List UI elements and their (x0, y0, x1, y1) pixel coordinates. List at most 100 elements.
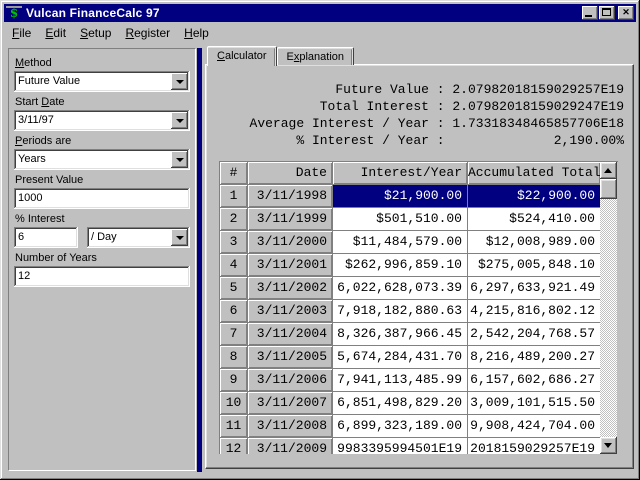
number-of-years-label: Number of Years (15, 252, 189, 264)
cell-interest[interactable]: $262,996,859.10 (333, 254, 467, 276)
cell-total[interactable]: 9,908,424,704.00 (468, 415, 600, 437)
cell-date: 3/11/2008 (248, 415, 332, 437)
cell-total[interactable]: 2018159029257E19 (468, 438, 600, 454)
scroll-up-button[interactable] (600, 162, 617, 179)
row-header: 3 (220, 231, 247, 253)
scroll-down-button[interactable] (600, 437, 617, 454)
tab-calculator[interactable]: Calculator (207, 46, 277, 66)
row-header: 5 (220, 277, 247, 299)
cell-total[interactable]: 8,216,489,200.27 (468, 346, 600, 368)
cell-interest[interactable]: 5,674,284,431.70 (333, 346, 467, 368)
cell-interest[interactable]: $21,900.00 (333, 185, 467, 207)
cell-interest[interactable]: 6,851,498,829.20 (333, 392, 467, 414)
periods-label: Periods are (15, 135, 189, 147)
tab-explanation[interactable]: Explanation (277, 47, 355, 65)
cell-date: 3/11/2001 (248, 254, 332, 276)
start-date-label: Start Date (15, 96, 189, 108)
row-header: 7 (220, 323, 247, 345)
cell-interest[interactable]: 9983395994501E19 (333, 438, 467, 454)
cell-total[interactable]: 6,297,633,921.49 (468, 277, 600, 299)
number-of-years-input[interactable]: 12 (14, 266, 190, 287)
menubar: File Edit Setup Register Help (3, 23, 637, 42)
percent-interest-line: % Interest / Year : 2,190.00% (250, 132, 624, 149)
cell-interest[interactable]: 7,941,113,485.99 (333, 369, 467, 391)
menu-help[interactable]: Help (177, 24, 216, 42)
cell-total[interactable]: 4,215,816,802.12 (468, 300, 600, 322)
app-dollar-icon: $ (6, 6, 22, 20)
panel-splitter[interactable] (197, 48, 202, 472)
cell-date: 3/11/1998 (248, 185, 332, 207)
method-select[interactable]: Future Value (14, 71, 190, 92)
cell-interest[interactable]: 6,022,628,073.39 (333, 277, 467, 299)
triangle-up-icon (604, 168, 612, 173)
method-label: Method (15, 57, 189, 69)
input-panel: Method Future Value Start Date 3/11/97 P… (8, 48, 196, 471)
menu-file[interactable]: File (5, 24, 38, 42)
future-value-line: Future Value : 2.07982018159029257E19 (250, 81, 624, 98)
interest-unit-select[interactable]: / Day (87, 227, 190, 248)
tab-control: Calculator Explanation Future Value : 2.… (205, 45, 634, 469)
cell-interest[interactable]: 6,899,323,189.00 (333, 415, 467, 437)
row-header: 12 (220, 438, 247, 454)
cell-date: 3/11/2003 (248, 300, 332, 322)
row-header: 6 (220, 300, 247, 322)
cell-total[interactable]: 2,542,204,768.57 (468, 323, 600, 345)
cell-interest[interactable]: 7,918,182,880.63 (333, 300, 467, 322)
close-icon: ✕ (618, 6, 634, 19)
cell-total[interactable]: 3,009,101,515.50 (468, 392, 600, 414)
close-button[interactable]: ✕ (618, 6, 634, 20)
menu-setup[interactable]: Setup (73, 24, 118, 42)
chevron-down-icon[interactable] (171, 73, 188, 90)
row-header: 1 (220, 185, 247, 207)
cell-total[interactable]: 6,157,602,686.27 (468, 369, 600, 391)
calculator-page: Future Value : 2.07982018159029257E19 To… (205, 64, 634, 469)
row-header: 8 (220, 346, 247, 368)
window-title: Vulcan FinanceCalc 97 (26, 6, 581, 20)
vertical-scrollbar[interactable] (600, 162, 617, 454)
app-window: $ Vulcan FinanceCalc 97 ✕ File Edit Setu… (0, 0, 640, 480)
row-header: 10 (220, 392, 247, 414)
present-value-label: Present Value (15, 174, 189, 186)
cell-date: 3/11/2000 (248, 231, 332, 253)
maximize-icon (602, 8, 611, 16)
grid-clip: # Date Interest/Year Accumulated Total 1… (220, 162, 600, 454)
scrollbar-track[interactable] (600, 199, 617, 437)
total-interest-line: Total Interest : 2.07982018159029247E19 (250, 98, 624, 115)
triangle-down-icon (604, 443, 612, 448)
results-summary: Future Value : 2.07982018159029257E19 To… (250, 81, 624, 149)
menu-register[interactable]: Register (118, 24, 177, 42)
cell-date: 3/11/2002 (248, 277, 332, 299)
titlebar[interactable]: $ Vulcan FinanceCalc 97 ✕ (4, 4, 636, 22)
minimize-button[interactable] (582, 6, 598, 20)
start-date-select[interactable]: 3/11/97 (14, 110, 190, 131)
cell-total[interactable]: $12,008,989.00 (468, 231, 600, 253)
cell-interest[interactable]: $501,510.00 (333, 208, 467, 230)
chevron-down-icon[interactable] (171, 229, 188, 246)
minimize-icon (585, 15, 592, 17)
menu-edit[interactable]: Edit (38, 24, 73, 42)
interest-input[interactable]: 6 (14, 227, 78, 248)
finance-grid: # Date Interest/Year Accumulated Total 1… (220, 162, 600, 454)
row-header: 2 (220, 208, 247, 230)
tab-strip: Calculator Explanation (205, 45, 634, 65)
cell-total[interactable]: $275,005,848.10 (468, 254, 600, 276)
row-header: 11 (220, 415, 247, 437)
interest-label: % Interest (15, 213, 189, 225)
chevron-down-icon[interactable] (171, 151, 188, 168)
cell-total[interactable]: $524,410.00 (468, 208, 600, 230)
present-value-input[interactable]: 1000 (14, 188, 190, 209)
periods-select[interactable]: Years (14, 149, 190, 170)
maximize-button[interactable] (599, 6, 615, 20)
cell-date: 3/11/2006 (248, 369, 332, 391)
chevron-down-icon[interactable] (171, 112, 188, 129)
cell-interest[interactable]: $11,484,579.00 (333, 231, 467, 253)
col-header-total: Accumulated Total (468, 162, 600, 184)
scrollbar-thumb[interactable] (600, 179, 617, 199)
col-header-interest: Interest/Year (333, 162, 467, 184)
cell-interest[interactable]: 8,326,387,966.45 (333, 323, 467, 345)
row-header: 4 (220, 254, 247, 276)
cell-total[interactable]: $22,900.00 (468, 185, 600, 207)
row-header: 9 (220, 369, 247, 391)
client-area: Method Future Value Start Date 3/11/97 P… (3, 42, 637, 476)
cell-date: 3/11/1999 (248, 208, 332, 230)
